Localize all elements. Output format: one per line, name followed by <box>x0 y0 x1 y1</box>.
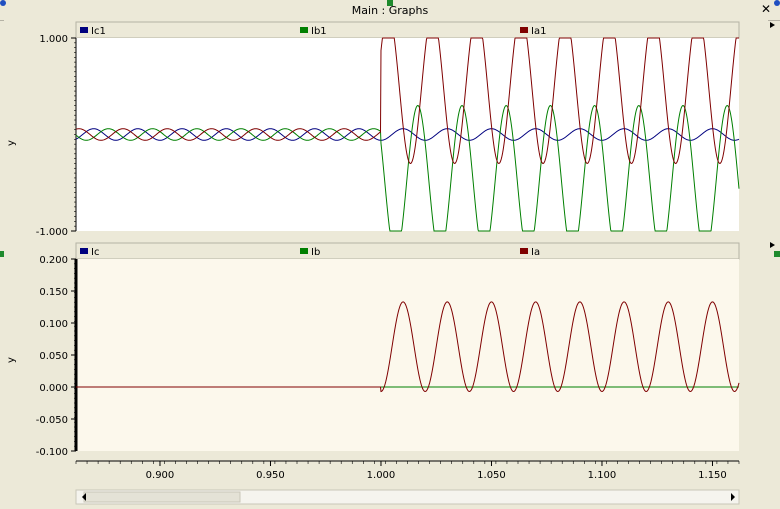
graph-panel-top: Ic1 Ib1 Ia1 1.000 -1.000 y <box>6 21 775 248</box>
legend-label-ib1[interactable]: Ib1 <box>311 26 327 37</box>
x-tick-label: 1.000 <box>367 470 396 481</box>
y-axis-label-bottom: y <box>6 357 17 363</box>
y-axis-label-top: y <box>6 140 17 146</box>
scrollbar-thumb[interactable] <box>83 491 241 503</box>
legend-swatch-ic1 <box>80 27 88 33</box>
legend-label-ia1[interactable]: Ia1 <box>531 26 546 37</box>
legend-swatch-ib1 <box>300 27 308 33</box>
legend-bar-bottom <box>75 242 740 260</box>
panel-arrow-bottom[interactable] <box>770 22 775 28</box>
panel-arrow-top[interactable] <box>770 242 775 248</box>
legend-bar-top <box>75 21 740 39</box>
legend-swatch-ia1 <box>520 27 528 33</box>
legend-swatch-ic <box>80 248 88 254</box>
y-tick-label: 0.100 <box>39 319 68 330</box>
x-tick-label: 0.950 <box>256 470 285 481</box>
selection-handle-top-left[interactable] <box>0 0 6 6</box>
selection-handle-top-right[interactable] <box>774 0 780 6</box>
y-tick-label: -1.000 <box>36 227 68 238</box>
x-tick-label: 0.900 <box>146 470 175 481</box>
y-tick-label: 0.200 <box>39 255 68 266</box>
y-tick-label: -0.100 <box>36 447 68 458</box>
y-tick-label: 0.150 <box>39 287 68 298</box>
legend-label-ic1[interactable]: Ic1 <box>91 26 106 37</box>
legend-swatch-ia <box>520 248 528 254</box>
x-tick-label: 1.100 <box>588 470 617 481</box>
y-tick-label: 0.000 <box>39 383 68 394</box>
graphs-canvas: Ic1 Ib1 Ia1 1.000 -1.000 y Ic Ib Ia 0.200 0.15… <box>4 20 775 509</box>
legend-label-ic[interactable]: Ic <box>91 247 99 258</box>
plot-area-bottom[interactable] <box>76 259 739 451</box>
selection-handle-top[interactable] <box>387 0 393 6</box>
y-tick-label: -0.050 <box>36 415 68 426</box>
x-tick-label: 1.050 <box>477 470 506 481</box>
y-tick-label: 1.000 <box>39 34 68 45</box>
x-tick-label: 1.150 <box>698 470 727 481</box>
legend-label-ib[interactable]: Ib <box>311 247 320 258</box>
plot-area-top[interactable] <box>76 38 739 231</box>
legend-label-ia[interactable]: Ia <box>531 247 540 258</box>
close-icon[interactable]: ✕ <box>760 3 772 15</box>
legend-swatch-ib <box>300 248 308 254</box>
y-tick-label: 0.050 <box>39 351 68 362</box>
